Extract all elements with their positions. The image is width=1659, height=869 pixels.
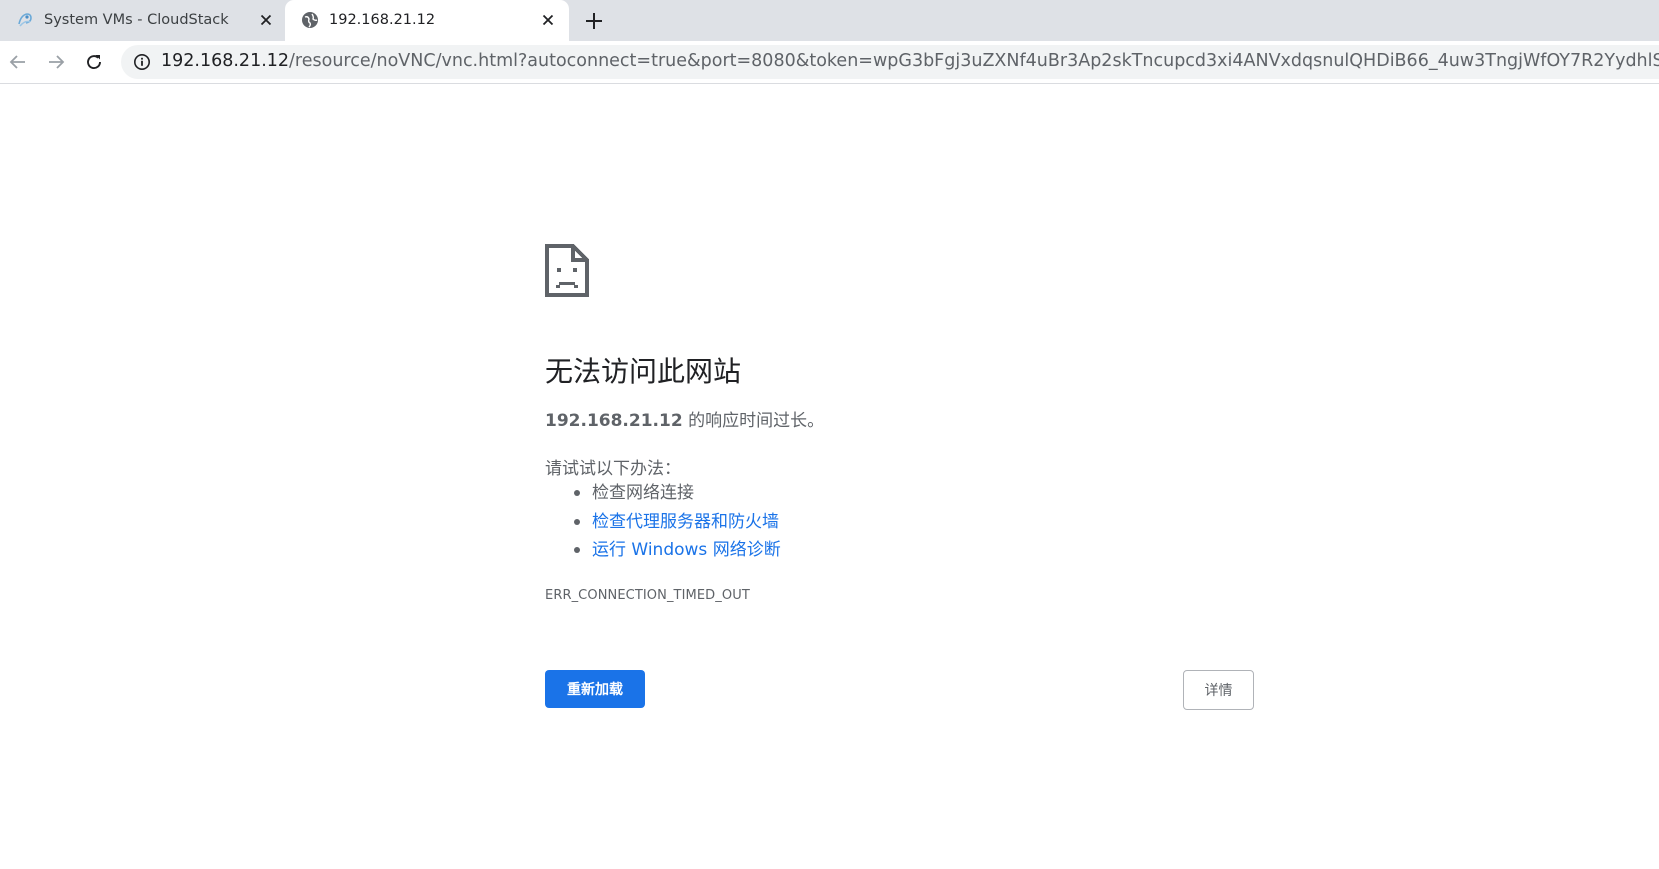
url-host: 192.168.21.12 [161,51,290,71]
browser-toolbar: 192.168.21.12/resource/noVNC/vnc.html?au… [0,41,1659,84]
forward-arrow-icon[interactable] [45,51,67,73]
close-icon[interactable] [540,12,556,28]
tab-title: System VMs - CloudStack [44,12,229,28]
url-text[interactable]: 192.168.21.12/resource/noVNC/vnc.html?au… [161,51,1659,71]
close-icon[interactable] [258,12,274,28]
tab-strip: System VMs - CloudStack 192.168.21.12 [0,0,1659,41]
back-arrow-icon[interactable] [7,51,29,73]
globe-icon [302,12,318,28]
error-host: 192.168.21.12 [545,411,683,431]
suggestions-list: 检查网络连接 检查代理服务器和防火墙 运行 Windows 网络诊断 [545,480,781,566]
suggestion-check-network: 检查网络连接 [545,480,781,509]
tab-title: 192.168.21.12 [329,12,436,28]
suggestion-run-diagnostics-link[interactable]: 运行 Windows 网络诊断 [545,537,781,566]
new-tab-icon[interactable] [584,11,604,31]
tab-current[interactable]: 192.168.21.12 [285,0,569,41]
tab-cloudstack[interactable]: System VMs - CloudStack [0,0,283,41]
info-icon[interactable] [133,53,151,71]
cloudstack-logo-icon [18,13,32,27]
page-title: 无法访问此网站 [545,355,742,388]
address-bar[interactable]: 192.168.21.12/resource/noVNC/vnc.html?au… [121,45,1659,79]
error-description: 192.168.21.12 的响应时间过长。 [545,406,824,431]
error-page: 无法访问此网站 192.168.21.12 的响应时间过长。 请试试以下办法： … [0,84,1659,869]
reload-button[interactable]: 重新加载 [545,670,645,708]
suggestion-check-proxy-link[interactable]: 检查代理服务器和防火墙 [545,509,781,538]
error-code: ERR_CONNECTION_TIMED_OUT [545,588,750,603]
suggestions-heading: 请试试以下办法： [545,459,681,479]
sad-page-icon [545,244,589,297]
url-path: /resource/noVNC/vnc.html?autoconnect=tru… [289,51,1659,71]
error-desc-suffix: 的响应时间过长。 [682,411,825,431]
reload-icon[interactable] [83,51,105,73]
details-button[interactable]: 详情 [1183,670,1254,710]
